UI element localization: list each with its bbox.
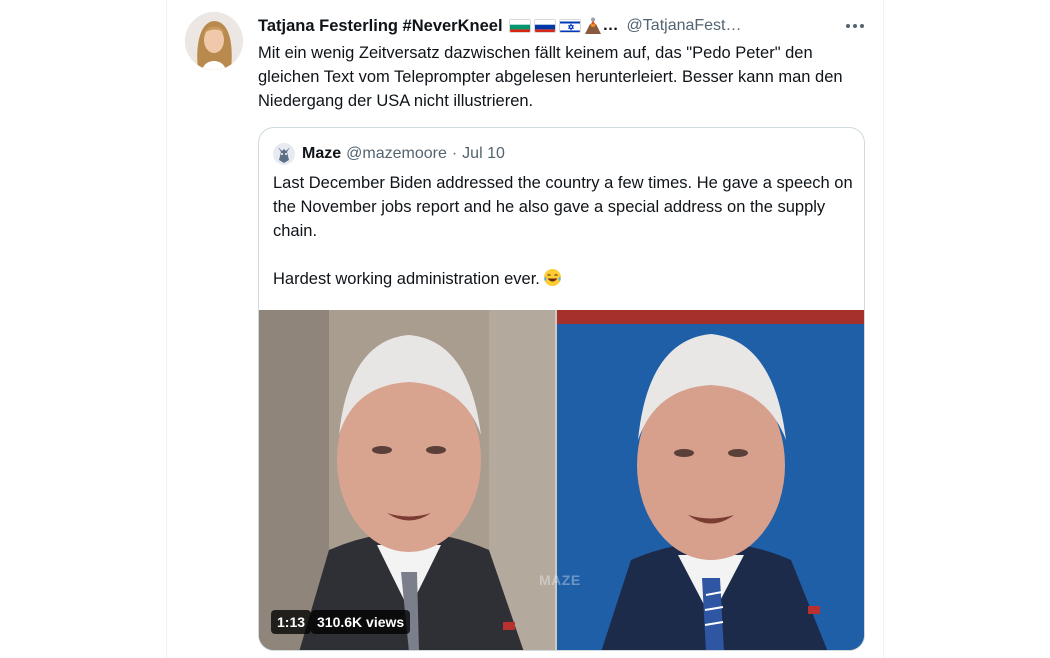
tears-of-joy-icon [543, 268, 562, 287]
video-frame-right [556, 310, 864, 650]
video-views-badge: 310.6K views [311, 610, 411, 634]
video-watermark: MAZE [539, 572, 581, 588]
avatar[interactable] [185, 12, 243, 70]
video-frame-divider [555, 310, 557, 650]
quoted-tweet[interactable]: Maze @mazemoore · Jul 10 Last December B… [258, 127, 865, 651]
more-horizontal-icon [846, 24, 850, 28]
separator-dot: · [451, 145, 458, 162]
name-emojis [508, 17, 602, 35]
tweet-header: Tatjana Festerling #NeverKneel … @Tatjan… [258, 14, 778, 38]
quoted-text-line2: Hardest working administration ever. [273, 270, 540, 288]
quoted-tweet-header: Maze @mazemoore · Jul 10 [273, 142, 505, 166]
volcano-icon [584, 17, 602, 35]
quoted-text-paragraph-1: Last December Biden addressed the countr… [273, 174, 853, 240]
israel-flag-icon [558, 19, 581, 33]
quoted-avatar [273, 143, 295, 165]
more-horizontal-icon [860, 24, 864, 28]
bulgaria-flag-icon [508, 19, 531, 33]
name-truncation: … [602, 17, 619, 34]
video-frame-left [259, 310, 556, 650]
more-horizontal-icon [853, 24, 857, 28]
quoted-handle[interactable]: @mazemoore [346, 145, 447, 163]
quoted-text-spacer [273, 243, 853, 267]
display-name[interactable]: Tatjana Festerling #NeverKneel [258, 17, 503, 36]
video-duration-badge: 1:13 [271, 610, 312, 634]
quoted-text: Last December Biden addressed the countr… [273, 171, 853, 291]
quoted-display-name[interactable]: Maze [302, 145, 341, 163]
russia-flag-icon [533, 19, 556, 33]
tweet-text: Mit ein wenig Zeitversatz dazwischen fäl… [258, 44, 843, 110]
quoted-date[interactable]: Jul 10 [462, 145, 505, 163]
more-options-button[interactable] [839, 14, 871, 38]
video-player[interactable]: MAZE 1:13 310.6K views [259, 310, 864, 650]
quoted-text-paragraph-2: Hardest working administration ever. [273, 267, 853, 291]
tweet[interactable]: Tatjana Festerling #NeverKneel … @Tatjan… [167, 0, 883, 658]
timeline-right-border [883, 0, 884, 658]
user-handle[interactable]: @TatjanaFest… [627, 17, 742, 35]
